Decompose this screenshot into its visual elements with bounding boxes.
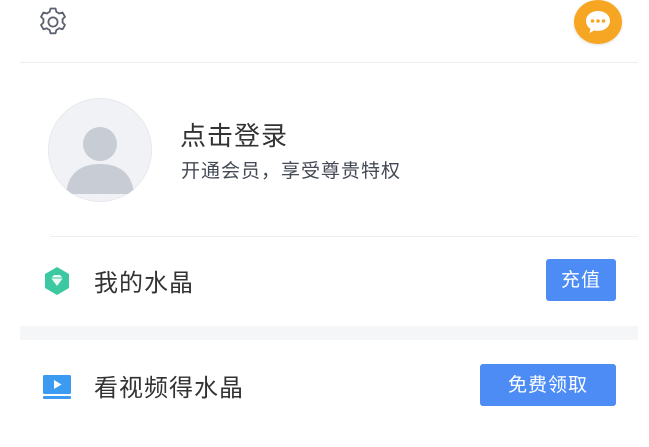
video-reward-label: 看视频得水晶 — [94, 374, 244, 402]
account-page: 点击登录 开通会员，享受尊贵特权 我的水晶 充值 看视频得水晶 免费领取 — [0, 0, 649, 447]
gear-icon[interactable] — [36, 5, 70, 39]
crystal-row: 我的水晶 充值 — [0, 251, 649, 311]
monitor-play-icon — [42, 371, 72, 401]
free-claim-button[interactable]: 免费领取 — [480, 364, 616, 406]
recharge-button[interactable]: 充值 — [546, 259, 616, 301]
profile-divider — [50, 236, 638, 237]
crystal-label: 我的水晶 — [94, 269, 194, 297]
header-divider — [20, 62, 638, 63]
login-title[interactable]: 点击登录 — [180, 116, 288, 153]
section-separator — [20, 326, 638, 340]
user-avatar-icon[interactable] — [48, 98, 152, 202]
gem-icon — [42, 266, 72, 296]
video-reward-row: 看视频得水晶 免费领取 — [0, 356, 649, 416]
chat-bubble-icon[interactable] — [574, 0, 622, 44]
login-subtitle: 开通会员，享受尊贵特权 — [181, 160, 402, 182]
